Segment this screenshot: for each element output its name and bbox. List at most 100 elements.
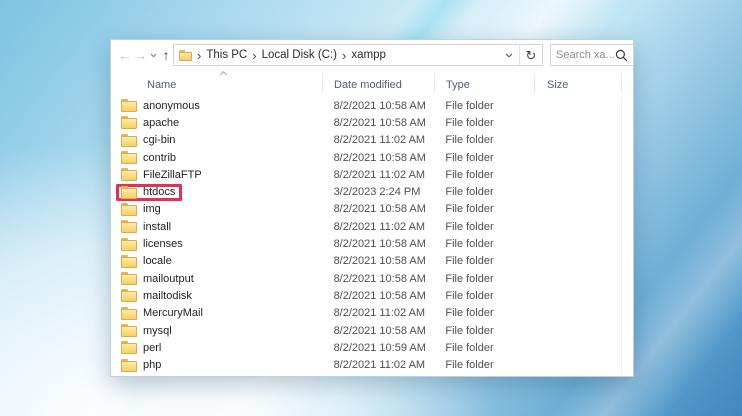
file-list: anonymous 8/2/2021 10:58 AM File folder apa…: [111, 97, 620, 376]
file-type: File folder: [445, 307, 494, 320]
folder-icon: [121, 133, 137, 147]
file-date-modified: 8/2/2021 11:02 AM: [333, 220, 426, 233]
file-row[interactable]: perl 8/2/2021 10:59 AM File folder: [111, 339, 620, 356]
file-name-wrap: FileZillaFTP: [116, 166, 209, 183]
file-row[interactable]: install 8/2/2021 11:02 AM File folder: [111, 218, 620, 235]
file-row[interactable]: mailtodisk 8/2/2021 10:58 AM File folder: [111, 287, 620, 304]
file-row[interactable]: mysql 8/2/2021 10:58 AM File folder: [111, 322, 620, 339]
column-divider: [434, 74, 435, 93]
breadcrumb-chevron-icon[interactable]: ›: [192, 49, 206, 62]
file-type: File folder: [445, 116, 494, 129]
file-row[interactable]: img 8/2/2021 10:58 AM File folder: [111, 201, 620, 218]
file-row[interactable]: FileZillaFTP 8/2/2021 11:02 AM File folder: [111, 166, 620, 183]
file-type: File folder: [445, 255, 494, 268]
file-row[interactable]: anonymous 8/2/2021 10:58 AM File folder: [111, 97, 620, 114]
refresh-icon[interactable]: ↻: [520, 49, 542, 62]
file-name: perl: [143, 341, 162, 354]
file-type: File folder: [445, 238, 494, 251]
file-type: File folder: [445, 324, 494, 337]
file-date-modified: 8/2/2021 10:58 AM: [333, 203, 426, 216]
folder-icon: [121, 289, 137, 303]
column-header-size[interactable]: Size: [547, 79, 568, 91]
folder-icon: [121, 151, 137, 165]
breadcrumb-xampp[interactable]: xampp: [351, 49, 386, 61]
file-type: File folder: [445, 186, 494, 199]
file-name-wrap: anonymous: [116, 97, 207, 114]
scrollbar-track-edge: [621, 97, 622, 376]
recent-locations-chevron-icon[interactable]: [150, 53, 157, 58]
file-type: File folder: [445, 220, 494, 233]
folder-icon: [121, 341, 137, 355]
file-date-modified: 8/2/2021 11:02 AM: [333, 168, 426, 181]
column-header-type[interactable]: Type: [446, 79, 470, 91]
file-date-modified: 3/2/2023 2:24 PM: [333, 186, 421, 199]
folder-icon: [121, 202, 137, 216]
folder-icon: [121, 324, 137, 337]
file-name-wrap: mysql: [116, 322, 179, 339]
file-row[interactable]: apache 8/2/2021 10:58 AM File folder: [111, 114, 620, 131]
file-type: File folder: [445, 203, 494, 216]
up-button[interactable]: ↑: [159, 48, 173, 62]
file-name: cgi-bin: [143, 134, 176, 147]
column-header-date-modified[interactable]: Date modified: [334, 79, 402, 91]
file-name-wrap: apache: [116, 114, 186, 131]
file-date-modified: 8/2/2021 10:58 AM: [333, 99, 426, 112]
file-row[interactable]: contrib 8/2/2021 10:58 AM File folder: [111, 149, 620, 166]
file-row[interactable]: locale 8/2/2021 10:58 AM File folder: [111, 253, 620, 270]
breadcrumb-local-disk-c[interactable]: Local Disk (C:): [262, 49, 337, 61]
column-divider: [534, 74, 535, 93]
explorer-toolbar: ← → ↑ › This PC › Local Disk (C:) › xamp…: [111, 40, 634, 70]
file-name-wrap: perl: [116, 339, 168, 356]
file-type: File folder: [445, 168, 494, 181]
file-date-modified: 8/2/2021 10:59 AM: [333, 341, 426, 354]
file-date-modified: 8/2/2021 11:02 AM: [333, 359, 426, 372]
column-header-row: Name Date modified Type Size: [111, 70, 622, 97]
file-name-wrap: php: [116, 357, 168, 374]
file-date-modified: 8/2/2021 10:58 AM: [333, 116, 426, 129]
file-date-modified: 8/2/2021 11:02 AM: [333, 134, 426, 147]
search-box[interactable]: Search xa...: [550, 44, 634, 66]
file-name: apache: [143, 116, 180, 129]
file-name: install: [143, 220, 172, 233]
file-date-modified: 8/2/2021 10:58 AM: [333, 324, 426, 337]
search-placeholder: Search xa...: [556, 49, 615, 61]
back-button[interactable]: ←: [118, 49, 132, 62]
file-date-modified: 8/2/2021 10:58 AM: [333, 238, 426, 251]
file-name: mysql: [143, 324, 172, 337]
file-name: img: [143, 203, 161, 216]
file-name: MercuryMail: [143, 307, 203, 320]
file-date-modified: 8/2/2021 11:02 AM: [333, 307, 426, 320]
breadcrumb-chevron-icon[interactable]: ›: [247, 49, 261, 62]
file-name-wrap: contrib: [116, 149, 183, 166]
file-row[interactable]: htdocs 3/2/2023 2:24 PM File folder: [111, 183, 620, 201]
file-name: mailoutput: [143, 272, 194, 285]
file-type: File folder: [445, 134, 494, 147]
folder-icon: [121, 358, 137, 372]
column-header-name[interactable]: Name: [147, 79, 176, 91]
file-type: File folder: [445, 272, 494, 285]
file-type: File folder: [445, 99, 494, 112]
file-row[interactable]: php 8/2/2021 11:02 AM File folder: [111, 356, 620, 373]
file-row[interactable]: cgi-bin 8/2/2021 11:02 AM File folder: [111, 132, 620, 149]
search-icon[interactable]: [615, 49, 628, 62]
file-row[interactable]: mailoutput 8/2/2021 10:58 AM File folder: [111, 270, 620, 287]
breadcrumb-this-pc[interactable]: This PC: [206, 49, 247, 61]
file-type: File folder: [445, 151, 494, 164]
file-type: File folder: [445, 289, 494, 302]
file-name-wrap: mailoutput: [116, 270, 201, 287]
file-name: php: [143, 359, 162, 372]
file-name-wrap: cgi-bin: [116, 132, 182, 149]
folder-icon: [121, 220, 137, 234]
address-bar[interactable]: › This PC › Local Disk (C:) › xampp ↻: [173, 44, 543, 66]
breadcrumb-chevron-icon[interactable]: ›: [337, 49, 351, 62]
folder-icon: [121, 306, 137, 320]
file-row[interactable]: licenses 8/2/2021 10:58 AM File folder: [111, 235, 620, 252]
file-name-wrap: licenses: [116, 236, 190, 253]
file-date-modified: 8/2/2021 10:58 AM: [333, 272, 426, 285]
file-row[interactable]: MercuryMail 8/2/2021 11:02 AM File folder: [111, 305, 620, 322]
folder-icon: [121, 237, 137, 251]
file-name-wrap: mailtodisk: [116, 287, 199, 304]
file-name: licenses: [143, 238, 183, 251]
forward-button[interactable]: →: [134, 49, 148, 62]
address-dropdown-chevron-icon[interactable]: [499, 53, 519, 58]
